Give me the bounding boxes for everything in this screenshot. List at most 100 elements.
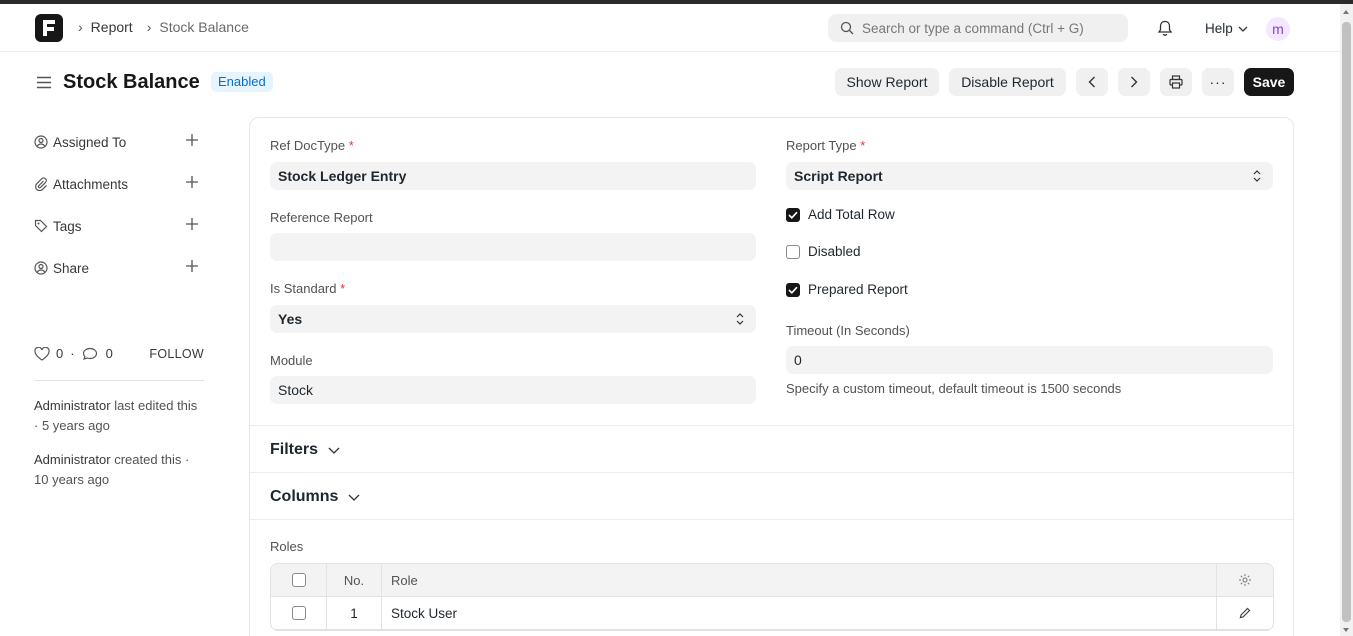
follow-button[interactable]: FOLLOW <box>149 347 204 361</box>
breadcrumb: › Report › Stock Balance <box>78 19 263 35</box>
next-doc-button[interactable] <box>1118 68 1150 96</box>
activity-user[interactable]: Administrator <box>34 452 111 467</box>
columns-section-header[interactable]: Columns <box>270 488 360 506</box>
is-standard-label: Is Standard * <box>270 281 346 296</box>
disabled-checkbox[interactable]: Disabled <box>786 244 861 259</box>
chevron-down-icon <box>1238 26 1248 32</box>
scroll-down-arrow[interactable] <box>1343 628 1349 632</box>
prepared-report-checkbox[interactable]: Prepared Report <box>786 282 908 297</box>
previous-doc-button[interactable] <box>1076 68 1108 96</box>
plus-icon[interactable] <box>186 176 198 191</box>
plus-icon[interactable] <box>186 260 198 275</box>
check-icon <box>788 286 798 294</box>
roles-table: No. Role 1 Stock User <box>270 563 1274 631</box>
select-updown-icon <box>1253 170 1261 182</box>
sidebar-toggle[interactable] <box>36 76 52 92</box>
sidebar-item-label: Attachments <box>53 176 129 192</box>
scrollbar-thumb[interactable] <box>1342 22 1351 622</box>
chevron-right-icon: › <box>146 19 152 35</box>
ref-doctype-field[interactable]: Stock Ledger Entry <box>270 162 756 190</box>
paperclip-icon <box>35 177 47 191</box>
sidebar-item-tags[interactable]: Tags <box>34 216 204 236</box>
filters-section[interactable]: Filters <box>250 425 1293 472</box>
sidebar-item-label: Tags <box>53 218 82 234</box>
like-count: 0 <box>56 346 64 361</box>
check-icon <box>788 211 798 219</box>
sidebar-item-assigned-to[interactable]: Assigned To <box>34 132 204 152</box>
scroll-up-arrow[interactable] <box>1343 10 1349 14</box>
report-type-label: Report Type * <box>786 138 866 153</box>
printer-icon <box>1169 75 1183 89</box>
column-settings-cell[interactable] <box>1217 564 1273 596</box>
chevron-left-icon <box>1088 76 1095 88</box>
help-label: Help <box>1205 21 1233 36</box>
sidebar-item-label: Assigned To <box>53 134 127 150</box>
app-logo[interactable] <box>35 14 63 42</box>
row-role[interactable]: Stock User <box>382 597 1217 629</box>
tag-icon <box>34 219 48 233</box>
breadcrumb-stock-balance[interactable]: Stock Balance <box>159 19 249 35</box>
add-total-row-label: Add Total Row <box>808 207 895 222</box>
frappe-logo-icon <box>43 20 55 36</box>
hamburger-menu-icon <box>37 76 51 89</box>
search-input[interactable] <box>862 20 1112 36</box>
activity-user[interactable]: Administrator <box>34 398 111 413</box>
page-scrollbar[interactable] <box>1340 4 1353 636</box>
more-actions-button[interactable]: ··· <box>1202 68 1234 96</box>
column-header-no: No. <box>327 564 382 596</box>
activity-last-edited: Administrator last edited this · 5 years… <box>34 396 204 436</box>
timeout-label: Timeout (In Seconds) <box>786 323 910 338</box>
checkbox-checked[interactable] <box>786 282 800 297</box>
form-card: Ref DocType * Stock Ledger Entry Referen… <box>249 117 1294 636</box>
search-bar[interactable] <box>828 14 1128 42</box>
gear-icon <box>1239 574 1251 586</box>
user-avatar[interactable]: m <box>1266 17 1290 41</box>
filters-title: Filters <box>270 441 319 458</box>
search-icon <box>840 21 854 35</box>
separator-dot: · <box>70 346 75 361</box>
add-total-row-checkbox[interactable]: Add Total Row <box>786 207 895 222</box>
save-button[interactable]: Save <box>1244 68 1294 96</box>
activity-created: Administrator created this · 10 years ag… <box>34 450 204 490</box>
is-standard-value: Yes <box>278 311 303 327</box>
chevron-down-icon <box>328 447 340 454</box>
select-all-cell <box>271 564 327 596</box>
page-title: Stock Balance <box>63 71 200 93</box>
table-header-row: No. Role <box>271 564 1273 597</box>
row-checkbox[interactable] <box>291 606 306 620</box>
timeout-field[interactable]: 0 <box>786 346 1273 374</box>
checkbox-unchecked[interactable] <box>786 244 800 259</box>
chevron-right-icon: › <box>78 19 83 35</box>
sidebar-item-attachments[interactable]: Attachments <box>34 174 204 194</box>
row-select-cell <box>271 597 327 629</box>
sidebar-item-share[interactable]: Share <box>34 258 204 278</box>
help-dropdown[interactable]: Help <box>1205 21 1248 36</box>
select-all-checkbox[interactable] <box>291 573 306 587</box>
like-button[interactable]: 0 <box>34 346 63 361</box>
breadcrumb-report[interactable]: Report <box>91 19 133 35</box>
module-field[interactable]: Stock <box>270 376 756 404</box>
reference-report-field[interactable] <box>270 233 756 261</box>
plus-icon[interactable] <box>186 218 198 233</box>
navbar: › Report › Stock Balance Help m <box>0 4 1340 52</box>
social-actions: 0 · 0 FOLLOW <box>34 346 204 361</box>
plus-icon[interactable] <box>186 134 198 149</box>
share-user-icon <box>34 261 48 275</box>
report-type-select[interactable]: Script Report <box>786 162 1273 190</box>
user-circle-icon <box>34 135 48 149</box>
disable-report-button[interactable]: Disable Report <box>949 68 1066 96</box>
comment-count: 0 <box>105 346 113 361</box>
show-report-button[interactable]: Show Report <box>835 68 939 96</box>
table-row[interactable]: 1 Stock User <box>271 597 1273 630</box>
print-button[interactable] <box>1160 68 1192 96</box>
is-standard-select[interactable]: Yes <box>270 305 756 333</box>
columns-title: Columns <box>270 488 339 505</box>
row-edit-cell[interactable] <box>1217 597 1273 629</box>
pencil-icon <box>1239 607 1251 619</box>
comment-button[interactable]: 0 <box>82 346 113 361</box>
filters-section-header[interactable]: Filters <box>270 441 340 459</box>
checkbox-checked[interactable] <box>786 207 800 222</box>
chevron-right-icon <box>1131 76 1138 88</box>
notifications-bell[interactable] <box>1157 20 1173 40</box>
columns-section[interactable]: Columns <box>250 472 1293 519</box>
